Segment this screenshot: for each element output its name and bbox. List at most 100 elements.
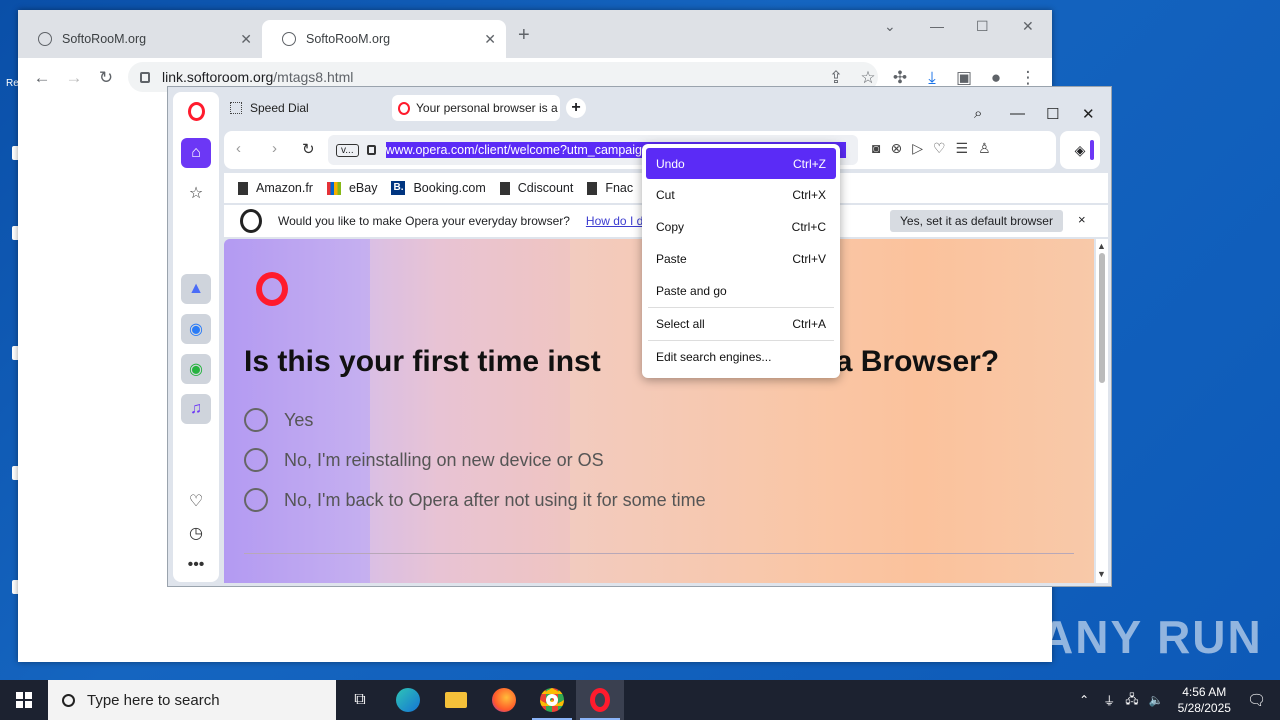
opera-tab-title: Speed Dial — [250, 101, 309, 115]
opera-tab[interactable]: Speed Dial — [230, 95, 309, 121]
minimize-icon[interactable]: — — [930, 18, 944, 34]
back-icon[interactable]: ‹ — [236, 140, 241, 157]
desktop-icon[interactable] — [0, 146, 20, 184]
opera-logo-icon[interactable] — [188, 102, 205, 121]
divider — [244, 553, 1074, 554]
desktop-icon[interactable] — [0, 226, 20, 264]
back-icon[interactable]: ← — [26, 62, 58, 94]
url-path: /mtags8.html — [273, 69, 354, 85]
notification-icon[interactable]: 🗨 — [1247, 691, 1266, 709]
globe-icon — [282, 32, 296, 46]
site-badge[interactable]: v... — [336, 143, 359, 157]
bookmark-item[interactable]: Cdiscount — [499, 181, 573, 195]
chrome-tab-title: SoftoRooM.org — [306, 32, 391, 46]
radio-button[interactable] — [244, 448, 268, 472]
option-returning[interactable]: No, I'm back to Opera after not using it… — [244, 488, 706, 512]
new-tab-button[interactable]: + — [518, 24, 530, 47]
close-tab-icon[interactable]: ✕ — [484, 31, 496, 48]
task-view-icon[interactable]: ⧉ — [336, 680, 384, 720]
player-icon[interactable]: ♫ — [181, 394, 211, 424]
menu-item-copy[interactable]: Copy Ctrl+C — [646, 211, 836, 243]
heart-icon[interactable]: ♡ — [933, 140, 946, 157]
history-icon[interactable]: ◷ — [181, 518, 211, 548]
taskbar-search[interactable]: Type here to search — [48, 680, 336, 720]
menu-item-shortcut: Ctrl+C — [791, 220, 826, 234]
tab-search-icon[interactable]: ⌄ — [884, 18, 896, 35]
close-tab-icon[interactable]: ✕ — [240, 31, 252, 48]
easy-setup-icon[interactable]: ☰ — [956, 140, 969, 157]
reload-icon[interactable]: ↻ — [90, 62, 122, 94]
chevron-up-icon[interactable]: ⌃ — [1079, 693, 1089, 707]
opera-taskbar-icon[interactable] — [576, 680, 624, 720]
bookmark-item[interactable]: eBay — [326, 181, 377, 195]
more-icon[interactable]: ••• — [181, 550, 211, 580]
aria-icon[interactable]: ▲ — [181, 274, 211, 304]
account-icon[interactable]: ♙ — [978, 140, 991, 157]
infobar-help-link[interactable]: How do I d — [586, 214, 643, 228]
camera-icon[interactable]: ◙ — [872, 140, 880, 157]
messenger-icon[interactable]: ◉ — [181, 314, 211, 344]
firefox-icon[interactable] — [480, 680, 528, 720]
lock-icon — [140, 71, 150, 83]
maximize-icon[interactable]: ☐ — [976, 18, 989, 35]
bookmark-item[interactable]: B. Booking.com — [391, 181, 486, 195]
adblock-icon[interactable]: ⊗ — [890, 140, 902, 157]
opera-tab-active[interactable]: Your personal browser is a — [392, 95, 560, 121]
address-icons: ◙ ⊗ ▷ ♡ ☰ ♙ — [872, 140, 991, 157]
scroll-down-icon[interactable]: ▼ — [1097, 569, 1106, 579]
wallet-icon[interactable]: ◈ — [1060, 131, 1100, 169]
whatsapp-icon[interactable]: ◉ — [181, 354, 211, 384]
chrome-tab-active[interactable]: SoftoRooM.org ✕ — [262, 20, 506, 58]
scroll-thumb[interactable] — [1099, 253, 1105, 383]
bookmark-item[interactable]: Amazon.fr — [238, 181, 313, 195]
minimize-icon[interactable]: — — [1010, 105, 1025, 122]
file-explorer-icon[interactable] — [432, 680, 480, 720]
close-window-icon[interactable]: ✕ — [1022, 18, 1034, 35]
radio-button[interactable] — [244, 488, 268, 512]
clock[interactable]: 4:56 AM 5/28/2025 — [1178, 684, 1231, 716]
menu-item-select-all[interactable]: Select all Ctrl+A — [646, 308, 836, 340]
edge-icon[interactable] — [384, 680, 432, 720]
close-window-icon[interactable]: ✕ — [1082, 105, 1095, 123]
chrome-tab[interactable]: SoftoRooM.org ✕ — [18, 20, 262, 58]
desktop-icon[interactable] — [0, 580, 20, 618]
menu-item-undo[interactable]: Undo Ctrl+Z — [646, 148, 836, 179]
heart-icon[interactable]: ♡ — [181, 486, 211, 516]
opera-address-bar: ‹ › ↻ v... www.opera.com/client/welcome?… — [224, 131, 1056, 169]
chrome-icon[interactable] — [528, 680, 576, 720]
ebay-icon — [326, 181, 341, 195]
opera-tab-bar: Speed Dial Your personal browser is a + … — [224, 95, 1111, 123]
option-yes[interactable]: Yes — [244, 408, 313, 432]
desktop-icon[interactable] — [0, 346, 20, 384]
bookmark-label: Booking.com — [413, 181, 486, 195]
menu-item-cut[interactable]: Cut Ctrl+X — [646, 179, 836, 211]
maximize-icon[interactable]: ☐ — [1046, 105, 1059, 123]
desktop-icon[interactable]: Re — [0, 60, 20, 98]
reload-icon[interactable]: ↻ — [302, 140, 315, 158]
network-icon[interactable]: 🖧 — [1125, 690, 1138, 711]
bookmark-item[interactable]: Fnac — [587, 181, 633, 195]
radio-button[interactable] — [244, 408, 268, 432]
menu-item-paste-and-go[interactable]: Paste and go — [646, 275, 836, 307]
close-icon[interactable]: × — [1078, 212, 1086, 227]
menu-item-edit-search-engines[interactable]: Edit search engines... — [646, 341, 836, 373]
new-tab-button[interactable]: + — [566, 98, 586, 118]
search-icon — [62, 693, 75, 707]
scroll-up-icon[interactable]: ▲ — [1097, 241, 1106, 251]
desktop-icon[interactable] — [0, 466, 20, 504]
option-reinstalling[interactable]: No, I'm reinstalling on new device or OS — [244, 448, 604, 472]
page-scrollbar[interactable]: ▲ ▼ — [1096, 239, 1108, 583]
search-icon[interactable]: ⌕ — [974, 105, 982, 122]
send-icon[interactable]: ▷ — [912, 140, 923, 157]
start-button[interactable] — [0, 680, 48, 720]
volume-icon[interactable]: 🔈 — [1149, 693, 1164, 707]
forward-icon[interactable]: › — [272, 140, 277, 157]
home-icon[interactable]: ⌂ — [181, 138, 211, 168]
set-default-button[interactable]: Yes, set it as default browser — [890, 210, 1063, 232]
usb-icon[interactable]: ⏚ — [1103, 692, 1115, 709]
background-band — [370, 239, 570, 583]
menu-item-paste[interactable]: Paste Ctrl+V — [646, 243, 836, 275]
forward-icon[interactable]: → — [58, 62, 90, 94]
star-icon[interactable]: ☆ — [181, 178, 211, 208]
lock-icon — [366, 145, 376, 155]
